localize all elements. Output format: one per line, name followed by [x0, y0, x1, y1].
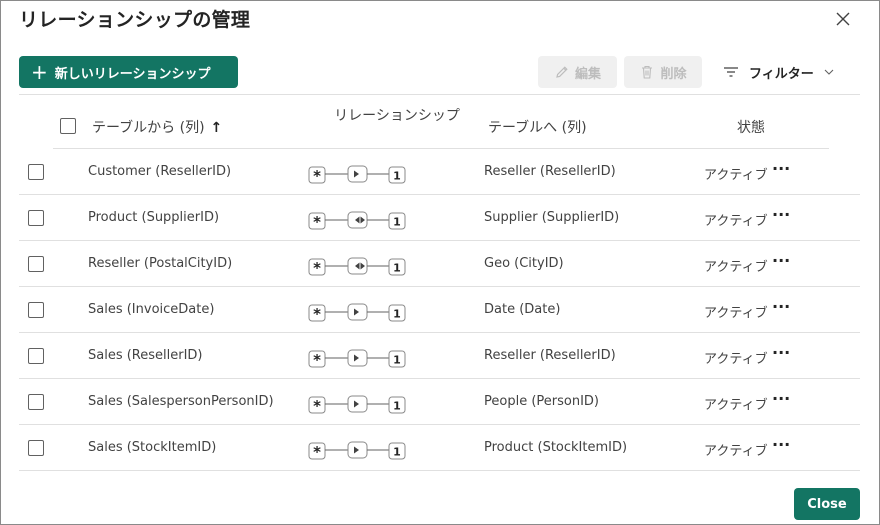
relationship-diagram: * 1 — [308, 438, 408, 466]
to-column: Geo (CityID) — [484, 256, 564, 271]
edit-button[interactable]: 編集 — [538, 56, 617, 88]
relationship-diagram: * 1 — [308, 300, 408, 328]
row-checkbox[interactable] — [28, 256, 44, 272]
from-cardinality: * — [313, 167, 321, 185]
table-row[interactable]: Sales (ResellerID) * 1 Reseller (ResellerID… — [19, 333, 860, 379]
to-column: Supplier (SupplierID) — [484, 210, 620, 225]
new-relationship-button[interactable]: + 新しいリレーションシップ — [19, 56, 238, 88]
new-relationship-label: 新しいリレーションシップ — [54, 66, 211, 82]
delete-button[interactable]: 削除 — [624, 56, 702, 88]
to-cardinality: 1 — [393, 354, 401, 367]
close-icon[interactable] — [833, 9, 853, 29]
more-options-icon[interactable]: ··· — [772, 343, 790, 362]
from-cardinality: * — [313, 397, 321, 415]
from-cardinality: * — [313, 259, 321, 277]
to-column: People (PersonID) — [484, 394, 599, 409]
manage-relationships-dialog: リレーションシップの管理 + 新しいリレーションシップ 編集 削除 フィルター … — [0, 0, 880, 525]
state-value: アクティブ — [704, 214, 768, 229]
to-column: Reseller (ResellerID) — [484, 348, 616, 363]
from-column: Sales (ResellerID) — [88, 348, 203, 363]
row-checkbox[interactable] — [28, 164, 44, 180]
relationship-diagram: * 1 — [308, 208, 408, 236]
toolbar-divider — [19, 94, 860, 95]
pencil-icon — [556, 66, 568, 78]
to-column: Reseller (ResellerID) — [484, 164, 616, 179]
close-button[interactable]: Close — [794, 488, 860, 520]
from-cardinality: * — [313, 351, 321, 369]
delete-label: 削除 — [660, 66, 687, 82]
filter-dropdown[interactable]: フィルター — [723, 56, 834, 88]
table-row[interactable]: Sales (StockItemID) * 1 Product (StockItemI… — [19, 425, 860, 471]
from-column: Reseller (PostalCityID) — [88, 256, 233, 271]
from-cardinality: * — [313, 443, 321, 461]
state-value: アクティブ — [704, 260, 768, 275]
to-cardinality: 1 — [393, 262, 401, 275]
edit-label: 編集 — [574, 66, 601, 82]
table-row[interactable]: Product (SupplierID) * 1 Supplier (Supplier… — [19, 195, 860, 241]
state-value: アクティブ — [704, 352, 768, 367]
table-row[interactable]: Sales (SalespersonPersonID) * 1 People (Per… — [19, 379, 860, 425]
relationship-diagram: * 1 — [308, 346, 408, 374]
table-row[interactable]: Sales (InvoiceDate) * 1 Date (Date) アクティブ ··· — [19, 287, 860, 333]
column-header-relationship: リレーションシップ — [334, 108, 460, 124]
plus-icon: + — [31, 60, 48, 84]
column-header-from-label: テーブルから (列) — [92, 120, 205, 136]
more-options-icon[interactable]: ··· — [772, 159, 790, 178]
from-column: Product (SupplierID) — [88, 210, 220, 225]
from-cardinality: * — [313, 305, 321, 323]
row-checkbox[interactable] — [28, 302, 44, 318]
table-row[interactable]: Reseller (PostalCityID) * 1 Geo (CityID) アクテ… — [19, 241, 860, 287]
from-column: Sales (InvoiceDate) — [88, 302, 215, 317]
to-cardinality: 1 — [393, 170, 401, 183]
trash-icon — [642, 65, 653, 79]
to-cardinality: 1 — [393, 216, 401, 229]
dialog-title: リレーションシップの管理 — [19, 9, 251, 31]
more-options-icon[interactable]: ··· — [772, 251, 790, 270]
to-cardinality: 1 — [393, 400, 401, 413]
from-column: Sales (StockItemID) — [88, 440, 217, 455]
row-checkbox[interactable] — [28, 348, 44, 364]
to-cardinality: 1 — [393, 446, 401, 459]
to-column: Date (Date) — [484, 302, 561, 317]
state-value: アクティブ — [704, 398, 768, 413]
select-all-checkbox[interactable] — [60, 118, 76, 134]
sort-ascending-icon: ↑ — [210, 120, 223, 136]
chevron-down-icon — [824, 69, 834, 75]
more-options-icon[interactable]: ··· — [772, 435, 790, 454]
from-column: Sales (SalespersonPersonID) — [88, 394, 274, 409]
filter-icon — [724, 67, 738, 77]
state-value: アクティブ — [704, 306, 768, 321]
row-checkbox[interactable] — [28, 440, 44, 456]
more-options-icon[interactable]: ··· — [772, 389, 790, 408]
to-cardinality: 1 — [393, 308, 401, 321]
from-cardinality: * — [313, 213, 321, 231]
relationship-diagram: * 1 — [308, 162, 408, 190]
filter-label: フィルター — [749, 66, 814, 82]
table-row[interactable]: Customer (ResellerID) * 1 Reseller (Reselle… — [19, 149, 860, 195]
to-column: Product (StockItemID) — [484, 440, 628, 455]
relationship-diagram: * 1 — [308, 254, 408, 282]
row-checkbox[interactable] — [28, 210, 44, 226]
state-value: アクティブ — [704, 444, 768, 459]
more-options-icon[interactable]: ··· — [772, 205, 790, 224]
state-value: アクティブ — [704, 168, 768, 183]
more-options-icon[interactable]: ··· — [772, 297, 790, 316]
from-column: Customer (ResellerID) — [88, 164, 232, 179]
row-checkbox[interactable] — [28, 394, 44, 410]
relationship-diagram: * 1 — [308, 392, 408, 420]
